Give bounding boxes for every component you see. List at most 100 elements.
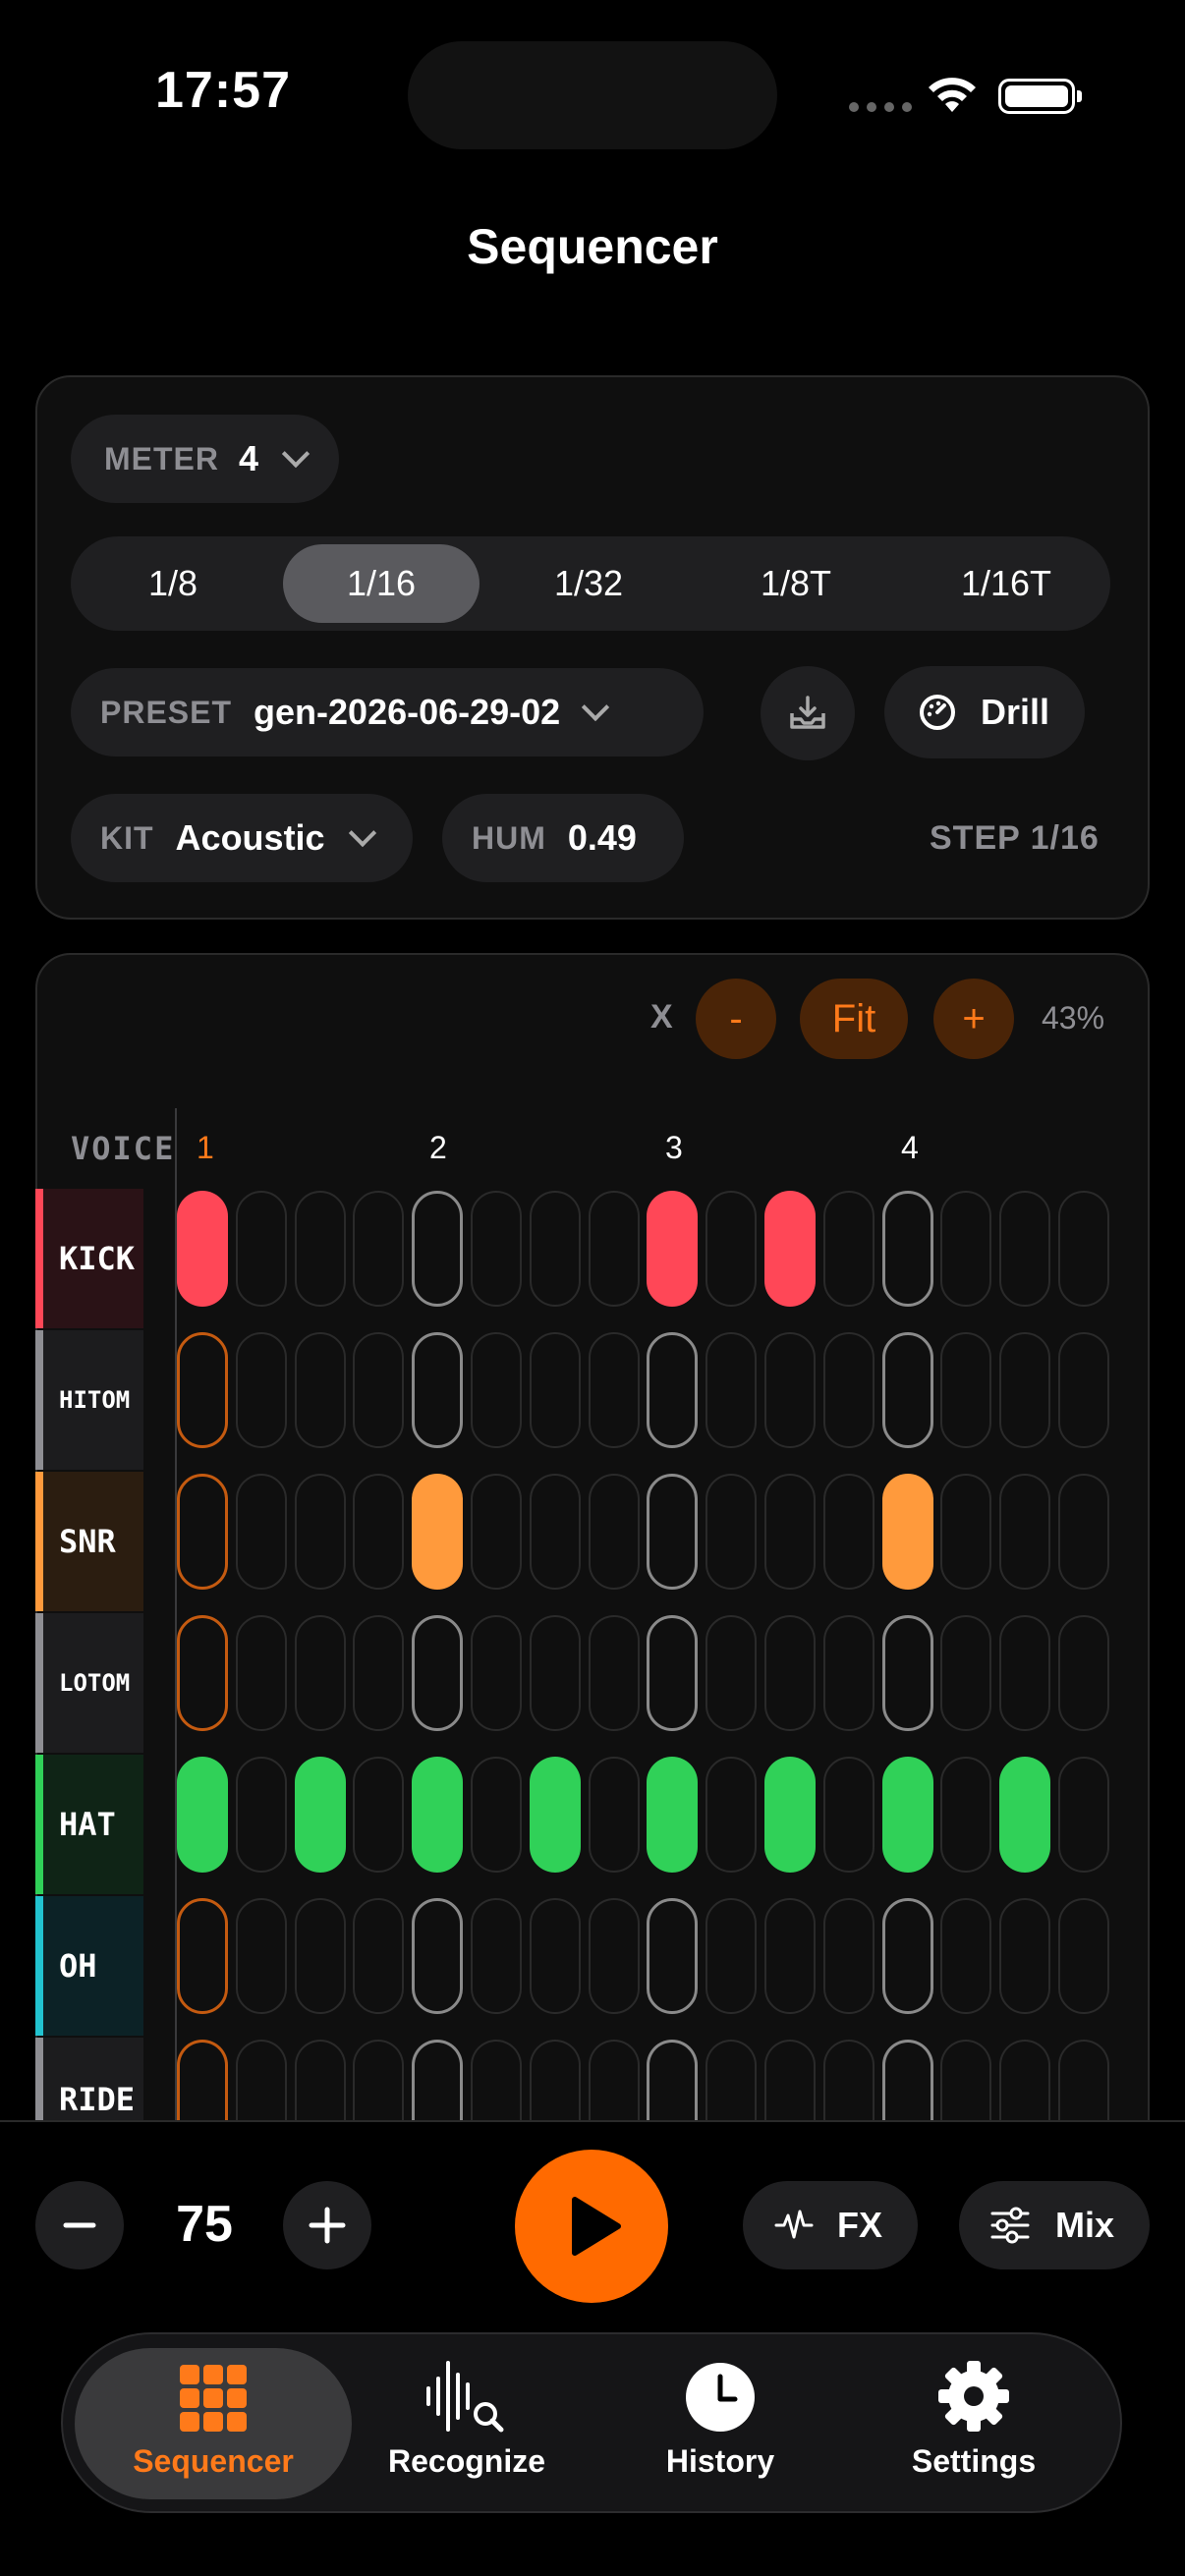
subdivision-option[interactable]: 1/8T xyxy=(698,544,894,623)
step-cell[interactable] xyxy=(1058,1757,1109,1873)
step-cell[interactable] xyxy=(647,2040,698,2120)
step-cell[interactable] xyxy=(882,1615,933,1731)
step-cell[interactable] xyxy=(999,2040,1050,2120)
step-cell[interactable] xyxy=(412,1191,463,1307)
step-cell[interactable] xyxy=(589,1757,640,1873)
step-cell[interactable] xyxy=(589,1615,640,1731)
step-cell[interactable] xyxy=(295,1898,346,2014)
step-cell[interactable] xyxy=(764,1757,816,1873)
voice-label-hitom[interactable]: HITOM xyxy=(35,1330,143,1470)
step-cell[interactable] xyxy=(647,1474,698,1590)
voice-label-lotom[interactable]: LOTOM xyxy=(35,1613,143,1753)
step-cell[interactable] xyxy=(764,1615,816,1731)
step-cell[interactable] xyxy=(353,1757,404,1873)
step-cell[interactable] xyxy=(823,1898,875,2014)
subdivision-option[interactable]: 1/32 xyxy=(490,544,687,623)
step-cell[interactable] xyxy=(471,1332,522,1448)
step-cell[interactable] xyxy=(882,1332,933,1448)
zoom-out-button[interactable]: - xyxy=(696,979,776,1059)
step-cell[interactable] xyxy=(353,1474,404,1590)
step-cell[interactable] xyxy=(764,1191,816,1307)
step-cell[interactable] xyxy=(999,1332,1050,1448)
step-cell[interactable] xyxy=(295,1191,346,1307)
voice-label-hat[interactable]: HAT xyxy=(35,1755,143,1894)
step-cell[interactable] xyxy=(530,1898,581,2014)
fx-button[interactable]: FX xyxy=(743,2181,918,2269)
step-cell[interactable] xyxy=(940,2040,991,2120)
step-cell[interactable] xyxy=(236,1332,287,1448)
step-cell[interactable] xyxy=(705,1898,757,2014)
step-cell[interactable] xyxy=(236,2040,287,2120)
step-cell[interactable] xyxy=(412,1757,463,1873)
step-cell[interactable] xyxy=(412,1615,463,1731)
step-cell[interactable] xyxy=(353,2040,404,2120)
step-cell[interactable] xyxy=(705,1615,757,1731)
subdivision-option[interactable]: 1/8 xyxy=(75,544,271,623)
step-cell[interactable] xyxy=(589,1332,640,1448)
step-cell[interactable] xyxy=(589,1898,640,2014)
step-cell[interactable] xyxy=(705,1191,757,1307)
step-cell[interactable] xyxy=(295,2040,346,2120)
step-cell[interactable] xyxy=(236,1191,287,1307)
step-cell[interactable] xyxy=(530,1332,581,1448)
step-cell[interactable] xyxy=(823,1474,875,1590)
step-cell[interactable] xyxy=(999,1615,1050,1731)
step-cell[interactable] xyxy=(353,1898,404,2014)
step-cell[interactable] xyxy=(471,1898,522,2014)
mix-button[interactable]: Mix xyxy=(959,2181,1150,2269)
meter-dropdown[interactable]: METER 4 xyxy=(71,415,340,503)
step-cell[interactable] xyxy=(412,2040,463,2120)
tab-recognize[interactable]: Recognize xyxy=(328,2348,605,2499)
humanize-control[interactable]: HUM 0.49 xyxy=(442,794,684,882)
step-cell[interactable] xyxy=(295,1757,346,1873)
step-cell[interactable] xyxy=(530,1615,581,1731)
step-cell[interactable] xyxy=(530,2040,581,2120)
step-cell[interactable] xyxy=(882,1898,933,2014)
step-cell[interactable] xyxy=(295,1615,346,1731)
step-cell[interactable] xyxy=(764,2040,816,2120)
step-cell[interactable] xyxy=(1058,1474,1109,1590)
bpm-decrease-button[interactable] xyxy=(35,2181,124,2269)
step-cell[interactable] xyxy=(471,1615,522,1731)
step-cell[interactable] xyxy=(177,1615,228,1731)
step-cell[interactable] xyxy=(177,1757,228,1873)
step-cell[interactable] xyxy=(353,1332,404,1448)
step-cell[interactable] xyxy=(236,1757,287,1873)
voice-label-oh[interactable]: OH xyxy=(35,1896,143,2036)
step-cell[interactable] xyxy=(940,1757,991,1873)
step-cell[interactable] xyxy=(882,1191,933,1307)
step-cell[interactable] xyxy=(1058,1191,1109,1307)
step-cell[interactable] xyxy=(823,1191,875,1307)
step-cell[interactable] xyxy=(999,1757,1050,1873)
subdivision-option-selected[interactable]: 1/16 xyxy=(283,544,480,623)
step-cell[interactable] xyxy=(177,1191,228,1307)
step-cell[interactable] xyxy=(471,1757,522,1873)
step-cell[interactable] xyxy=(940,1898,991,2014)
step-cell[interactable] xyxy=(236,1898,287,2014)
step-cell[interactable] xyxy=(1058,2040,1109,2120)
step-cell[interactable] xyxy=(823,1757,875,1873)
step-cell[interactable] xyxy=(236,1474,287,1590)
kit-dropdown[interactable]: KIT Acoustic xyxy=(71,794,413,882)
step-cell[interactable] xyxy=(940,1332,991,1448)
step-cell[interactable] xyxy=(295,1332,346,1448)
step-cell[interactable] xyxy=(647,1898,698,2014)
step-cell[interactable] xyxy=(412,1332,463,1448)
step-cell[interactable] xyxy=(999,1191,1050,1307)
step-cell[interactable] xyxy=(353,1191,404,1307)
voice-label-ride[interactable]: RIDE xyxy=(35,2038,143,2120)
step-cell[interactable] xyxy=(764,1474,816,1590)
step-cell[interactable] xyxy=(177,1332,228,1448)
zoom-fit-button[interactable]: Fit xyxy=(800,979,908,1059)
step-cell[interactable] xyxy=(647,1191,698,1307)
step-cell[interactable] xyxy=(882,2040,933,2120)
step-cell[interactable] xyxy=(940,1191,991,1307)
bpm-increase-button[interactable] xyxy=(283,2181,371,2269)
step-cell[interactable] xyxy=(177,1898,228,2014)
step-cell[interactable] xyxy=(999,1474,1050,1590)
step-cell[interactable] xyxy=(1058,1615,1109,1731)
step-cell[interactable] xyxy=(412,1474,463,1590)
step-cell[interactable] xyxy=(177,2040,228,2120)
step-cell[interactable] xyxy=(647,1615,698,1731)
step-cell[interactable] xyxy=(764,1332,816,1448)
